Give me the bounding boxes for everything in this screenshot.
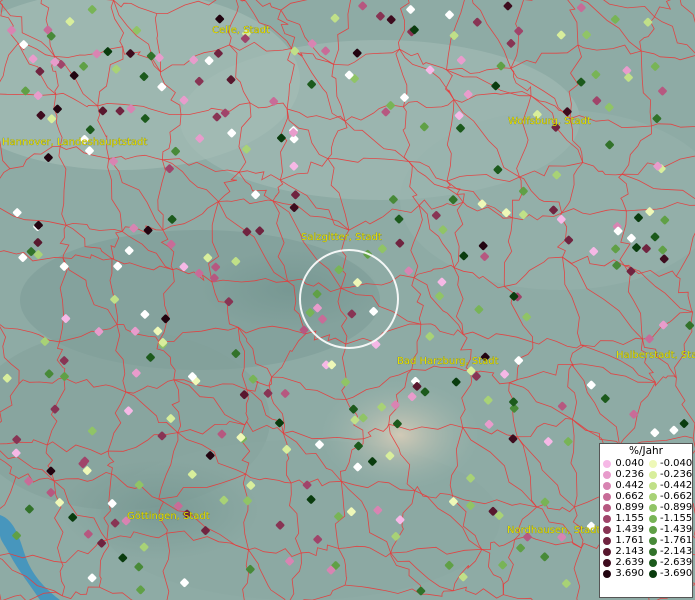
- legend-value: 1.761: [615, 535, 644, 546]
- legend-swatch: [603, 503, 611, 512]
- city-label-halberstadt: Halberstadt, Stadt: [616, 350, 695, 361]
- legend-entry: 3.690: [600, 568, 646, 579]
- legend-value: 1.155: [615, 513, 644, 524]
- legend-entry: -1.439: [646, 524, 692, 535]
- legend-value: 3.690: [615, 568, 644, 579]
- legend: %/Jahr 0.040 -0.040 0.236 -0.236 0.442 -0.442…: [599, 443, 693, 598]
- legend-row: 0.899 -0.899: [600, 502, 692, 513]
- legend-value: -0.662: [660, 491, 693, 502]
- legend-row: 1.761 -1.761: [600, 535, 692, 546]
- city-label-hannover: Hannover, Landeshauptstadt: [2, 137, 147, 148]
- legend-swatch: [603, 492, 611, 501]
- legend-swatch: [649, 459, 657, 468]
- legend-value: -1.155: [660, 513, 693, 524]
- legend-row: 0.442 -0.442: [600, 480, 692, 491]
- legend-swatch: [603, 569, 611, 578]
- city-label-goettingen: Göttingen, Stadt: [127, 511, 210, 522]
- legend-row: 3.690 -3.690: [600, 568, 692, 579]
- legend-entry: -0.899: [646, 502, 692, 513]
- legend-swatch: [603, 558, 611, 567]
- legend-value: 0.442: [615, 480, 644, 491]
- legend-swatch: [603, 470, 611, 479]
- legend-entry: -2.143: [646, 546, 692, 557]
- legend-swatch: [649, 514, 657, 523]
- legend-row: 0.040 -0.040: [600, 458, 692, 469]
- legend-swatch: [603, 459, 611, 468]
- legend-rows: 0.040 -0.040 0.236 -0.236 0.442 -0.442 0.662 -0…: [600, 458, 692, 579]
- map-canvas[interactable]: Celle, Stadt Hannover, Landeshauptstadt …: [0, 0, 695, 600]
- legend-value: -3.690: [660, 568, 693, 579]
- legend-swatch: [649, 503, 657, 512]
- legend-row: 2.639 -2.639: [600, 557, 692, 568]
- legend-value: 0.899: [615, 502, 644, 513]
- legend-value: -0.899: [660, 502, 693, 513]
- legend-entry: 1.439: [600, 524, 646, 535]
- legend-swatch: [649, 470, 657, 479]
- legend-value: 1.439: [615, 524, 644, 535]
- legend-entry: -0.236: [646, 469, 692, 480]
- legend-row: 0.236 -0.236: [600, 469, 692, 480]
- legend-swatch: [603, 481, 611, 490]
- legend-entry: -1.761: [646, 535, 692, 546]
- legend-swatch: [649, 492, 657, 501]
- legend-entry: 0.899: [600, 502, 646, 513]
- legend-value: -1.761: [660, 535, 693, 546]
- legend-value: -2.639: [660, 557, 693, 568]
- legend-entry: -2.639: [646, 557, 692, 568]
- legend-value: 0.236: [615, 469, 644, 480]
- legend-entry: -0.442: [646, 480, 692, 491]
- legend-value: -2.143: [660, 546, 693, 557]
- legend-swatch: [649, 547, 657, 556]
- city-label-salzgitter: Salzgitter, Stadt: [301, 232, 382, 243]
- legend-swatch: [603, 514, 611, 523]
- legend-swatch: [649, 536, 657, 545]
- legend-swatch: [649, 525, 657, 534]
- city-label-celle: Celle, Stadt: [212, 25, 270, 36]
- legend-entry: -0.040: [646, 458, 692, 469]
- legend-row: 1.439 -1.439: [600, 524, 692, 535]
- legend-entry: 0.662: [600, 491, 646, 502]
- legend-value: -0.040: [660, 458, 693, 469]
- legend-entry: -1.155: [646, 513, 692, 524]
- legend-swatch: [603, 547, 611, 556]
- legend-value: 2.639: [615, 557, 644, 568]
- legend-value: 0.662: [615, 491, 644, 502]
- city-label-nordhausen: Nordhausen, Stadt: [507, 525, 600, 536]
- legend-row: 2.143 -2.143: [600, 546, 692, 557]
- legend-entry: 2.143: [600, 546, 646, 557]
- legend-entry: 1.155: [600, 513, 646, 524]
- legend-entry: -3.690: [646, 568, 692, 579]
- legend-swatch: [603, 525, 611, 534]
- legend-value: 0.040: [615, 458, 644, 469]
- legend-value: 2.143: [615, 546, 644, 557]
- legend-row: 0.662 -0.662: [600, 491, 692, 502]
- legend-entry: 0.236: [600, 469, 646, 480]
- legend-entry: 0.040: [600, 458, 646, 469]
- legend-swatch: [649, 558, 657, 567]
- legend-row: 1.155 -1.155: [600, 513, 692, 524]
- legend-value: -1.439: [660, 524, 693, 535]
- legend-value: -0.442: [660, 480, 693, 491]
- legend-entry: 1.761: [600, 535, 646, 546]
- city-label-wolfsburg: Wolfsburg, Stadt: [508, 116, 591, 127]
- legend-entry: -0.662: [646, 491, 692, 502]
- legend-swatch: [649, 569, 657, 578]
- legend-swatch: [603, 536, 611, 545]
- legend-swatch: [649, 481, 657, 490]
- city-label-bad-harzburg: Bad Harzburg, Stadt: [397, 356, 499, 367]
- legend-entry: 2.639: [600, 557, 646, 568]
- terrain-background: [0, 0, 695, 600]
- legend-value: -0.236: [660, 469, 693, 480]
- legend-title: %/Jahr: [628, 445, 664, 457]
- legend-entry: 0.442: [600, 480, 646, 491]
